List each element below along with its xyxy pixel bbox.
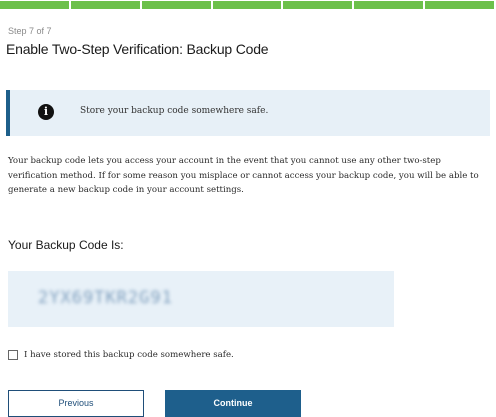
step-indicator: Step 7 of 7 [8, 26, 52, 36]
backup-code-heading: Your Backup Code Is: [8, 238, 124, 252]
progress-segment [212, 1, 284, 9]
progress-segment [141, 1, 213, 9]
step-progress-bar [0, 0, 496, 12]
progress-segment [354, 1, 426, 9]
progress-segment [70, 1, 142, 9]
continue-button[interactable]: Continue [165, 390, 301, 417]
info-icon: i [38, 104, 54, 120]
progress-segment [425, 1, 496, 9]
stored-confirmation-checkbox[interactable] [8, 350, 18, 360]
progress-segment [283, 1, 355, 9]
backup-code-value: 2YX69TKR2G91 [38, 288, 173, 308]
progress-segment [0, 1, 71, 9]
info-alert: i Store your backup code somewhere safe. [6, 90, 490, 136]
stored-confirmation-label[interactable]: I have stored this backup code somewhere… [24, 350, 234, 360]
backup-code-description: Your backup code lets you access your ac… [8, 156, 479, 195]
page-title: Enable Two-Step Verification: Backup Cod… [6, 41, 269, 57]
backup-code-box: 2YX69TKR2G91 [8, 271, 394, 327]
alert-message: Store your backup code somewhere safe. [80, 106, 269, 116]
previous-button[interactable]: Previous [8, 390, 144, 417]
stored-confirmation-row[interactable]: I have stored this backup code somewhere… [8, 350, 234, 360]
